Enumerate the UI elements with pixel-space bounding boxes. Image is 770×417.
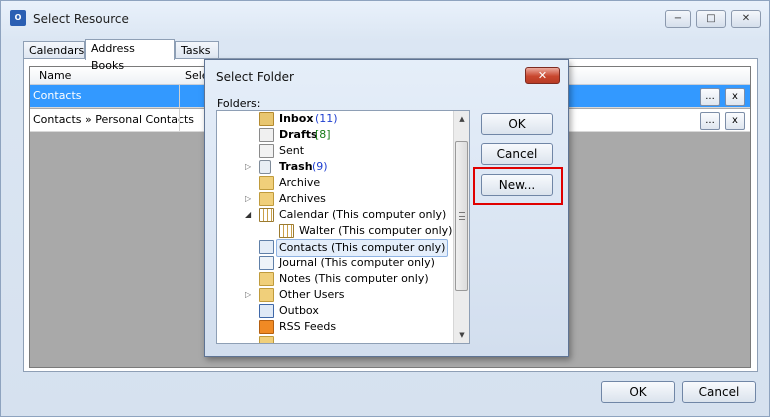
window-close-button[interactable]: ✕ [731,10,761,28]
title-bar[interactable]: O Select Resource − □ ✕ [1,1,769,35]
tree-item-label: Archives [279,192,326,205]
expand-arrow-icon[interactable]: ▷ [245,159,253,175]
scroll-down-icon[interactable]: ▼ [454,327,469,343]
journal-icon [259,256,274,270]
dialog-title: Select Folder [216,70,294,84]
expand-arrow-icon[interactable]: ▷ [245,191,253,207]
maximize-button[interactable]: □ [696,10,726,28]
select-folder-dialog: Select Folder ✕ Folders: Inbox (11) Draf… [204,59,569,357]
tree-item-label: RSS Feeds [279,320,337,333]
remove-button[interactable]: x [725,88,745,106]
expand-arrow-icon[interactable]: ▷ [245,287,253,303]
ok-button[interactable]: OK [601,381,675,403]
browse-button[interactable]: ... [700,112,720,130]
tree-item-label: Other Users [279,288,345,301]
column-header-name[interactable]: Name [39,69,71,82]
unread-count: (9) [312,160,328,173]
grip-icon [459,212,465,220]
folder-icon [259,288,274,302]
folder-icon [259,272,274,286]
drafts-icon [259,128,274,142]
calendar-icon [279,224,294,238]
trash-icon [259,160,271,174]
row-name: Contacts » Personal Contacts [33,113,195,126]
dialog-close-button[interactable]: ✕ [525,67,560,84]
cancel-button[interactable]: Cancel [682,381,756,403]
tree-item-label: Trash [279,160,313,173]
scroll-up-icon[interactable]: ▲ [454,111,469,127]
browse-button[interactable]: ... [700,88,720,106]
select-resource-window: O Select Resource − □ ✕ Calendars Addres… [0,0,770,417]
window-title: Select Resource [33,12,129,26]
rss-icon [259,320,274,334]
folders-label: Folders: [217,97,261,110]
tree-item-label: Walter (This computer only) [299,224,453,237]
remove-button[interactable]: x [725,112,745,130]
outbox-icon [259,304,274,318]
tree-item-label: Archive [279,176,321,189]
tree-scrollbar[interactable]: ▲ ▼ [453,111,469,343]
column-divider [179,85,180,107]
tree-item-label: Calendar (This computer only) [279,208,447,221]
collapse-arrow-icon[interactable]: ◢ [245,207,253,223]
tree-item-label: Notes (This computer only) [279,272,429,285]
tree-item-label: Drafts [279,128,318,141]
tab-tasks[interactable]: Tasks [175,41,219,59]
tree-item-label: Inbox [279,112,314,125]
dialog-ok-button[interactable]: OK [481,113,553,135]
outlook-app-icon: O [10,10,26,26]
folder-icon [259,176,274,190]
tab-address-books[interactable]: Address Books [85,39,175,72]
folder-icon [259,336,274,343]
inbox-icon [259,112,274,126]
row-name: Contacts [33,89,82,102]
tab-calendars[interactable]: Calendars [23,41,85,59]
dialog-cancel-button[interactable]: Cancel [481,143,553,165]
folder-icon [259,192,274,206]
contacts-icon [259,240,274,254]
minimize-button[interactable]: − [665,10,691,28]
tree-item-label: Sent [279,144,305,157]
tree-item-label: Journal (This computer only) [279,256,435,269]
scroll-thumb[interactable] [455,141,468,291]
unread-count: (11) [315,112,338,125]
draft-count: [8] [315,128,331,141]
column-divider [179,109,180,131]
folder-tree[interactable]: Inbox (11) Drafts [8] Sent ▷ Trash (9) A… [216,110,470,344]
highlight-box [473,167,563,205]
sent-icon [259,144,274,158]
tree-item-label: Outbox [279,304,319,317]
calendar-icon [259,208,274,222]
